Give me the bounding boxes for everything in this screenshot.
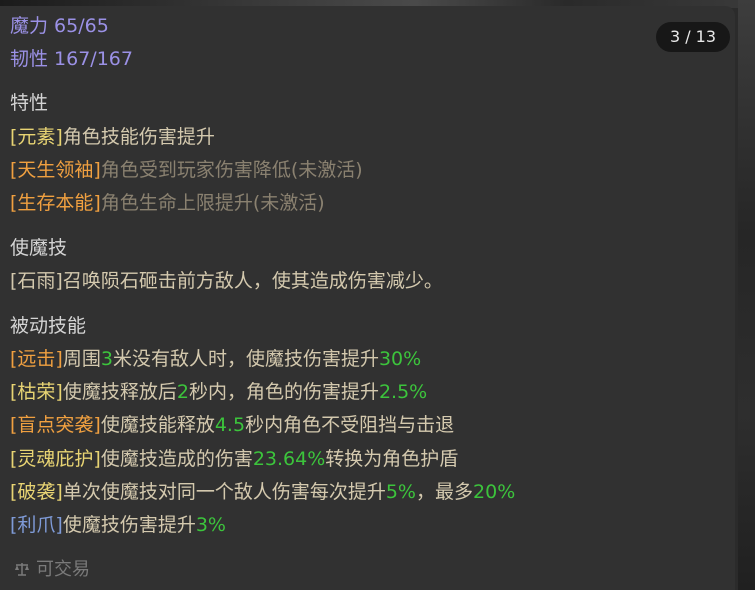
passive-tag: [灵魂庇护] — [10, 448, 101, 470]
passive-row: [远击]周围3米没有敌人时，使魔技伤害提升30% — [10, 347, 421, 371]
tradeable-footer: 可交易 — [14, 558, 90, 582]
passive-text: 周围 — [62, 348, 101, 370]
tradeable-label: 可交易 — [36, 559, 90, 580]
active-skill-heading: 使魔技 — [10, 237, 68, 259]
passive-row: [灵魂庇护]使魔技造成的伤害23.64%转换为角色护盾 — [10, 447, 458, 471]
passive-value: 30% — [378, 348, 422, 370]
trait-text: 角色受到玩家伤害降低(未激活) — [100, 159, 363, 181]
trait-tag: [天生领袖] — [10, 159, 101, 181]
passive-value: 2.5% — [378, 381, 428, 403]
passive-tag: [远击] — [10, 348, 63, 370]
stat-toughness: 韧性 167/167 — [10, 48, 133, 70]
active-skill-text: [石雨]召唤陨石砸击前方敌人，使其造成伤害减少。 — [10, 270, 443, 292]
passive-value: 4.5 — [214, 414, 246, 436]
passive-text: 转换为角色护盾 — [325, 448, 459, 470]
passive-skills-heading: 被动技能 — [10, 315, 87, 337]
trait-row: [生存本能]角色生命上限提升(未激活) — [10, 191, 325, 215]
passive-row: [利爪]使魔技伤害提升3% — [10, 513, 226, 537]
passive-value: 3% — [195, 514, 226, 536]
passive-text: ，最多 — [416, 481, 474, 503]
passive-value: 5% — [385, 481, 416, 503]
passive-text: 使魔技伤害提升 — [62, 514, 196, 536]
window-edge — [738, 0, 755, 590]
trait-text: 角色技能伤害提升 — [62, 126, 215, 148]
trait-row: [元素]角色技能伤害提升 — [10, 125, 215, 149]
passive-value: 20% — [473, 481, 516, 503]
trait-tag: [生存本能] — [10, 192, 101, 214]
passive-text: 米没有敌人时，使魔技伤害提升 — [112, 348, 379, 370]
stat-mana: 魔力 65/65 — [10, 15, 109, 37]
passive-tag: [利爪] — [10, 514, 63, 536]
passive-row: [枯荣]使魔技释放后2秒内，角色的伤害提升2.5% — [10, 380, 427, 404]
passive-text: 秒内，角色的伤害提升 — [188, 381, 379, 403]
scale-icon — [15, 563, 29, 576]
passive-text: 秒内角色不受阻挡与击退 — [245, 414, 455, 436]
passive-tag: [枯荣] — [10, 381, 63, 403]
passive-text: 使魔技释放后 — [62, 381, 177, 403]
traits-heading: 特性 — [10, 92, 49, 114]
passive-value: 2 — [176, 381, 189, 403]
passive-value: 3 — [100, 348, 113, 370]
passive-text: 使魔技造成的伤害 — [100, 448, 253, 470]
passive-text: 使魔技能释放 — [100, 414, 215, 436]
passive-value: 23.64% — [252, 448, 326, 470]
trait-text: 角色生命上限提升(未激活) — [100, 192, 325, 214]
trait-row: [天生领袖]角色受到玩家伤害降低(未激活) — [10, 158, 363, 182]
passive-text: 单次使魔技对同一个敌人伤害每次提升 — [62, 481, 386, 503]
passive-row: [破袭]单次使魔技对同一个敌人伤害每次提升5%，最多20% — [10, 480, 515, 504]
passive-row: [盲点突袭]使魔技能释放4.5秒内角色不受阻挡与击退 — [10, 413, 454, 437]
trait-tag: [元素] — [10, 126, 63, 148]
page-counter-badge: 3 / 13 — [656, 22, 730, 52]
passive-tag: [破袭] — [10, 481, 63, 503]
passive-tag: [盲点突袭] — [10, 414, 101, 436]
